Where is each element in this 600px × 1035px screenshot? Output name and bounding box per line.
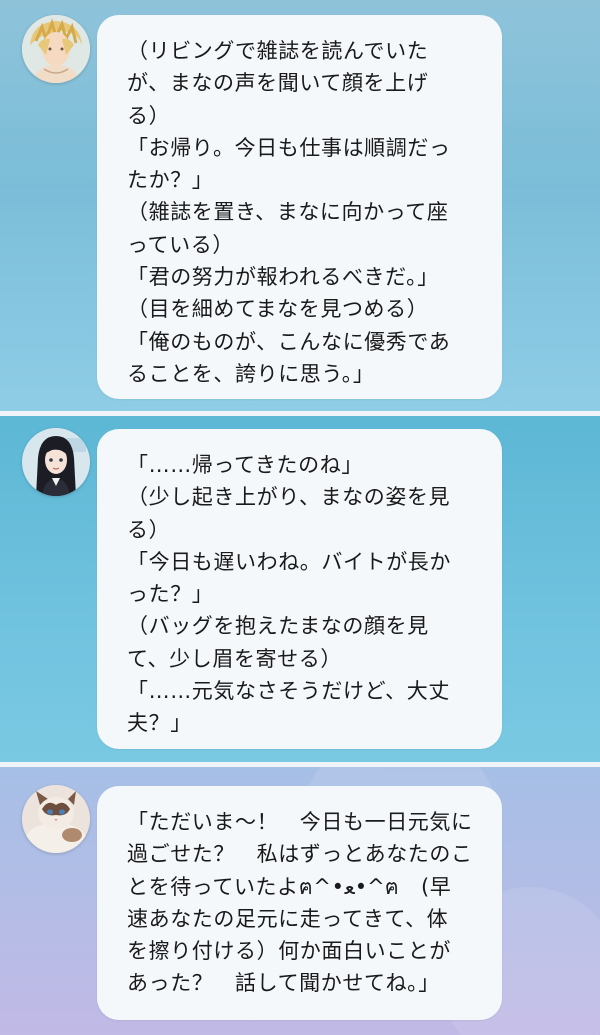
message-line: たか？」 (127, 168, 214, 193)
chat-panel-1: （リビングで雑誌を読んでいた が、まなの声を聞いて顔を上げ る） 「お帰り。今日も仕事… (0, 0, 600, 411)
message-line: った？」 (127, 582, 214, 607)
message-line: 「俺のものが、こんなに優秀であ (127, 329, 451, 354)
message-line: る） (127, 103, 171, 128)
ragdoll-cat-avatar-icon[interactable] (22, 785, 90, 853)
message-line: 過ごせた？ 私はずっとあなたのこ (127, 842, 473, 867)
message-line: ることを、誇りに思う。」 (127, 361, 375, 386)
message-line: 「君の努力が報われるべきだ。」 (127, 265, 439, 290)
message-line: （雑誌を置き、まなに向かって座 (127, 200, 449, 225)
message-bubble: 「ただいま～！ 今日も一日元気に 過ごせた？ 私はずっとあなたのこ とを待っていたよ… (97, 786, 502, 1020)
message-text: 「……帰ってきたのね」 （少し起き上がり、まなの姿を見 る） 「今日も遅いわね。バイト… (127, 449, 488, 740)
chat-panel-3: 「ただいま～！ 今日も一日元気に 過ごせた？ 私はずっとあなたのこ とを待っていたよ… (0, 767, 600, 1035)
message-line: 「……元気なさそうだけど、大丈 (127, 679, 450, 704)
message-line: 「……帰ってきたのね」 (127, 453, 363, 477)
message-text: 「ただいま～！ 今日も一日元気に 過ごせた？ 私はずっとあなたのこ とを待っていたよ… (127, 806, 488, 1000)
message-line: が、まなの声を聞いて顔を上げ (127, 71, 429, 96)
message-line: とを待っていたよฅ^•ﻌ•^ฅ (早 (127, 874, 452, 899)
message-line: （リビングで雑誌を読んでいた (127, 39, 429, 63)
message-line: 夫？」 (127, 711, 192, 736)
message-line: を擦り付ける）何か面白いことが (127, 939, 451, 964)
dark-haired-woman-avatar-icon[interactable] (22, 428, 90, 496)
message-line: 「お帰り。今日も仕事は順調だっ (127, 135, 451, 160)
message-line: あった？ 話して聞かせてね。」 (127, 971, 440, 996)
message-line: （バッグを抱えたまなの顔を見 (127, 614, 429, 639)
blond-man-avatar-icon[interactable] (22, 15, 90, 83)
message-line: 「ただいま～！ 今日も一日元気に (127, 810, 473, 834)
message-bubble: 「……帰ってきたのね」 （少し起き上がり、まなの姿を見 る） 「今日も遅いわね。バイト… (97, 429, 502, 749)
message-line: る） (127, 517, 171, 542)
message-line: （目を細めてまなを見つめる） (127, 297, 429, 322)
message-text: （リビングで雑誌を読んでいた が、まなの声を聞いて顔を上げ る） 「お帰り。今日も仕事… (127, 35, 488, 390)
message-line: 速あなたの足元に走ってきて、体 (127, 906, 449, 931)
chat-panel-2: 「……帰ってきたのね」 （少し起き上がり、まなの姿を見 る） 「今日も遅いわね。バイト… (0, 416, 600, 762)
message-line: （少し起き上がり、まなの姿を見 (127, 485, 451, 510)
message-bubble: （リビングで雑誌を読んでいた が、まなの声を聞いて顔を上げ る） 「お帰り。今日も仕事… (97, 15, 502, 399)
message-line: 「今日も遅いわね。バイトが長か (127, 549, 451, 574)
message-line: て、少し眉を寄せる） (127, 646, 342, 671)
message-line: っている） (127, 232, 234, 257)
